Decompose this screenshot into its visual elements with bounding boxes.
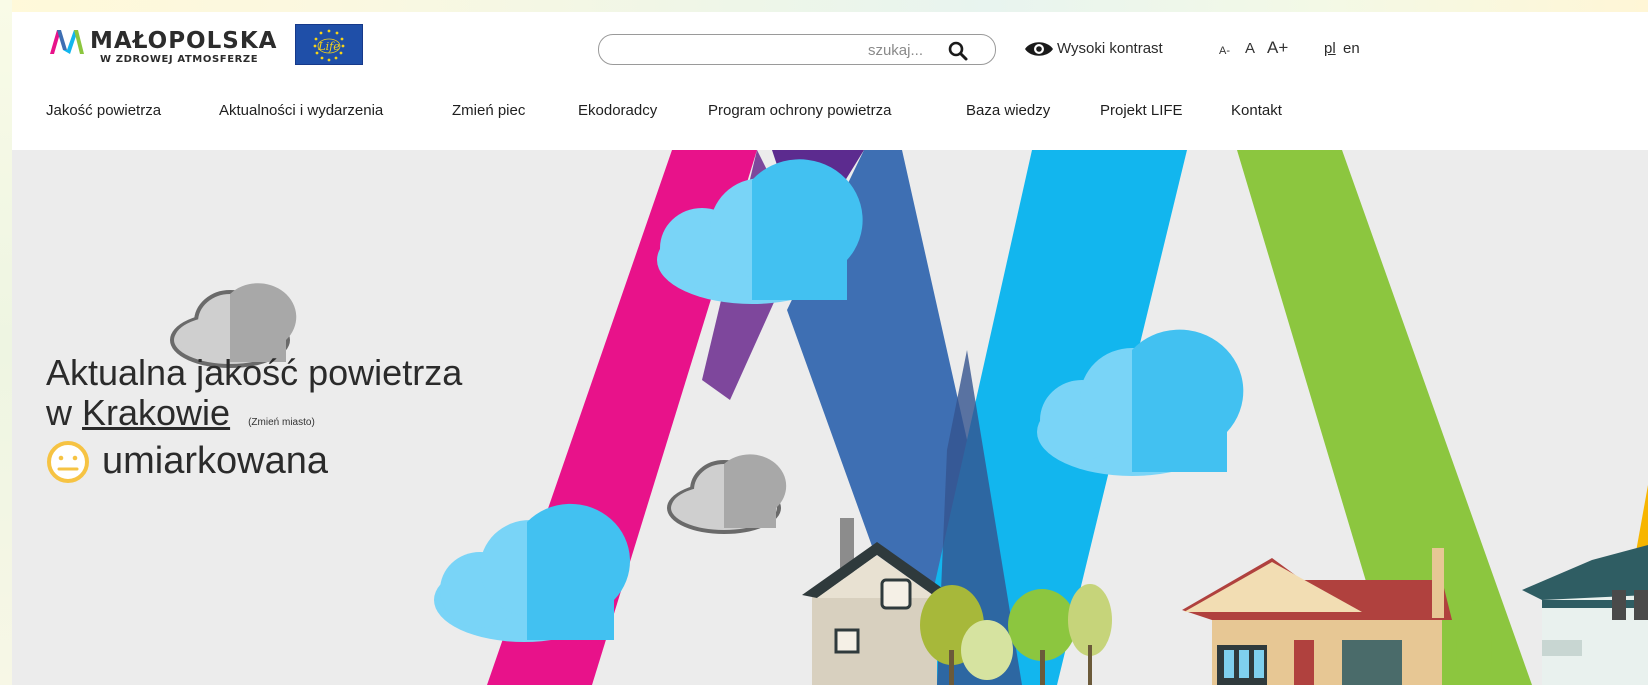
nav-item-kontakt[interactable]: Kontakt <box>1231 102 1282 119</box>
search-button[interactable] <box>947 40 969 62</box>
font-size-large-button[interactable]: A+ <box>1267 38 1288 58</box>
nav-item-baza-wiedzy[interactable]: Baza wiedzy <box>966 102 1050 119</box>
logo-title: MAŁOPOLSKA <box>90 28 278 54</box>
cloud-grey-2 <box>667 454 787 534</box>
header: MAŁOPOLSKA W ZDROWEJ ATMOSFERZE Life szu… <box>12 12 1648 150</box>
cloud-blue-3 <box>434 503 630 642</box>
life-label: Life <box>317 40 340 53</box>
font-size-small-button[interactable]: A- <box>1219 45 1230 57</box>
page: MAŁOPOLSKA W ZDROWEJ ATMOSFERZE Life szu… <box>12 12 1648 685</box>
search-input[interactable] <box>613 39 923 61</box>
eu-life-flag[interactable]: Life <box>295 24 363 65</box>
nav-item-zmien-piec[interactable]: Zmień piec <box>452 102 525 119</box>
hero-banner: Aktualna jakość powietrza w Krakowie (Zm… <box>12 150 1648 685</box>
air-quality-status-text: umiarkowana <box>102 440 328 482</box>
nav-item-ekodoradcy[interactable]: Ekodoradcy <box>578 102 657 119</box>
eu-stars-icon: Life <box>313 29 345 62</box>
font-size-normal-button[interactable]: A <box>1245 40 1255 57</box>
nav-item-projekt-life[interactable]: Projekt LIFE <box>1100 102 1183 119</box>
logo-subtitle: W ZDROWEJ ATMOSFERZE <box>100 54 259 65</box>
eye-icon <box>1025 42 1053 56</box>
nav-item-aktualnosci[interactable]: Aktualności i wydarzenia <box>219 102 383 119</box>
logo-m-icon <box>50 30 84 54</box>
neutral-face-icon <box>47 441 89 483</box>
nav-item-program-ochrony[interactable]: Program ochrony powietrza <box>708 102 891 119</box>
city-prefix: w <box>46 392 72 433</box>
air-quality-city-line: w Krakowie (Zmień miasto) <box>46 393 315 443</box>
top-background-strip <box>0 0 1648 12</box>
city-link[interactable]: Krakowie <box>82 392 230 433</box>
search-box <box>598 34 996 65</box>
language-pl-link[interactable]: pl <box>1324 40 1336 57</box>
air-quality-title: Aktualna jakość powietrza <box>46 352 463 393</box>
language-en-link[interactable]: en <box>1343 40 1360 57</box>
change-city-link[interactable]: (Zmień miasto) <box>248 417 315 428</box>
site-logo[interactable]: MAŁOPOLSKA W ZDROWEJ ATMOSFERZE <box>48 26 278 66</box>
left-background-strip <box>0 0 12 685</box>
high-contrast-label: Wysoki kontrast <box>1057 40 1163 57</box>
search-icon <box>948 41 968 61</box>
nav-item-jakosc-powietrza[interactable]: Jakość powietrza <box>46 102 161 119</box>
high-contrast-toggle[interactable]: Wysoki kontrast <box>1024 39 1163 59</box>
